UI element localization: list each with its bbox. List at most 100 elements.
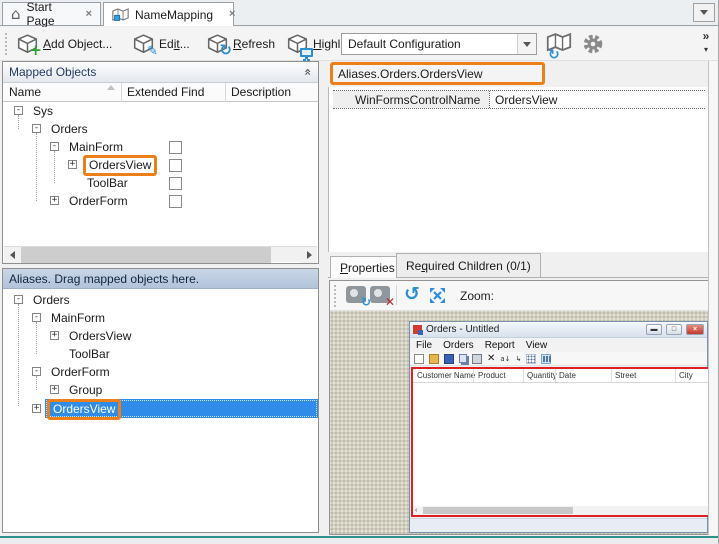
cube-highlight-icon bbox=[286, 33, 309, 55]
aliases-header: Aliases. Drag mapped objects here. bbox=[3, 269, 318, 289]
cube-refresh-icon: ↻ bbox=[206, 33, 229, 55]
toolbar-grip[interactable] bbox=[5, 33, 8, 55]
document-tabbar: ⌂ Start Page × NameMapping × bbox=[0, 0, 719, 26]
monitor-icon bbox=[300, 48, 313, 57]
tree-item-ordersview[interactable]: OrdersView bbox=[87, 158, 157, 176]
preview-image-area: Orders - Untitled ▬ □ × File Orders Repo… bbox=[330, 311, 710, 534]
add-object-button[interactable]: + Add Object... bbox=[13, 30, 115, 58]
alias-orderform[interactable]: OrderForm bbox=[51, 365, 110, 379]
tab-start-page[interactable]: ⌂ Start Page × bbox=[2, 2, 101, 25]
extended-find-checkbox[interactable] bbox=[169, 177, 182, 190]
toolbar-overflow[interactable]: » ▾ bbox=[697, 29, 715, 54]
menu-orders: Orders bbox=[443, 340, 474, 351]
delete-icon: ✕ bbox=[487, 354, 495, 364]
tab-namemapping[interactable]: NameMapping × bbox=[103, 2, 234, 26]
mapped-objects-header: Mapped Objects « bbox=[3, 62, 318, 83]
close-icon[interactable]: × bbox=[86, 9, 92, 20]
scroll-left-icon[interactable] bbox=[4, 247, 20, 263]
mapped-columns-header[interactable]: Name Extended Find Description bbox=[3, 83, 318, 102]
grid-dots-icon bbox=[526, 354, 536, 364]
tab-properties[interactable]: Properties bbox=[330, 256, 405, 278]
expander-plus-icon[interactable] bbox=[68, 160, 77, 169]
tree-item-toolbar[interactable]: ToolBar bbox=[87, 176, 128, 190]
ordersview-highlight-box: OrdersView bbox=[83, 155, 157, 176]
ordersview-highlight-box: OrdersView bbox=[47, 399, 121, 420]
col-city: City bbox=[679, 371, 693, 380]
expander-minus-icon[interactable] bbox=[14, 295, 23, 304]
column-extended-find[interactable]: Extended Find bbox=[127, 85, 204, 99]
listview-column-header: Customer Name Product Quantity Date Stre… bbox=[413, 369, 710, 383]
refresh-button[interactable]: ↻ Refresh bbox=[203, 30, 278, 58]
cube-edit-icon: ✎ bbox=[132, 33, 155, 55]
toolbar-grip[interactable] bbox=[334, 285, 337, 307]
expander-plus-icon[interactable] bbox=[32, 404, 41, 413]
alias-ordersview-selected[interactable]: OrdersView bbox=[51, 402, 121, 420]
object-path: Aliases.Orders.OrdersView bbox=[338, 67, 483, 81]
collapse-panel-icon[interactable]: « bbox=[301, 68, 315, 76]
edit-button[interactable]: ✎ Edit... bbox=[129, 30, 193, 58]
tab-namemapping-label: NameMapping bbox=[135, 8, 213, 22]
object-preview-pane: ↻ ✕ ↺ Zoom: Orders - Unti bbox=[329, 280, 711, 535]
toolbar-separator bbox=[396, 285, 397, 305]
delete-image-icon[interactable]: ✕ bbox=[370, 286, 390, 303]
namemapping-icon bbox=[112, 7, 129, 22]
gear-icon[interactable] bbox=[582, 33, 604, 55]
tree-item-orders[interactable]: Orders bbox=[51, 122, 88, 136]
mapped-horizontal-scrollbar[interactable] bbox=[4, 246, 317, 262]
vertical-splitter[interactable] bbox=[319, 61, 328, 535]
tab-required-children[interactable]: Required Children (0/1) bbox=[396, 253, 541, 278]
highlighted-object-outline: Customer Name Product Quantity Date Stre… bbox=[411, 367, 710, 517]
restore-zoom-icon[interactable]: ↺ bbox=[404, 283, 420, 305]
tab-list-dropdown-button[interactable] bbox=[693, 3, 715, 22]
properties-icon bbox=[472, 354, 482, 364]
configuration-dropdown[interactable]: Default Configuration bbox=[341, 33, 537, 55]
expander-minus-icon[interactable] bbox=[32, 367, 41, 376]
expander-minus-icon[interactable] bbox=[32, 313, 41, 322]
fit-to-window-icon[interactable] bbox=[428, 286, 447, 308]
expander-plus-icon[interactable] bbox=[50, 196, 59, 205]
listview-hscrollbar: ‹ bbox=[413, 506, 710, 515]
selected-object-header: Aliases.Orders.OrdersView bbox=[328, 61, 708, 87]
column-name[interactable]: Name bbox=[9, 85, 41, 99]
expander-minus-icon[interactable] bbox=[14, 106, 23, 115]
update-namemapping-icon[interactable]: ↻ bbox=[546, 31, 572, 57]
property-name: WinFormsControlName bbox=[333, 91, 490, 108]
expander-plus-icon[interactable] bbox=[50, 385, 59, 394]
tree-item-orderform[interactable]: OrderForm bbox=[69, 194, 128, 208]
extended-find-checkbox[interactable] bbox=[169, 159, 182, 172]
alias-orders[interactable]: Orders bbox=[33, 293, 70, 307]
col-product: Product bbox=[478, 371, 506, 380]
chevron-down-icon bbox=[700, 10, 708, 15]
add-object-label: Add Object... bbox=[43, 37, 112, 51]
mapped-objects-tree: Sys Orders MainForm OrdersView ToolBar O… bbox=[3, 102, 318, 248]
property-value[interactable]: OrdersView bbox=[489, 91, 705, 108]
aliases-title: Aliases. Drag mapped objects here. bbox=[9, 272, 199, 286]
property-row[interactable]: WinFormsControlName OrdersView bbox=[333, 90, 705, 109]
tree-item-mainform[interactable]: MainForm bbox=[69, 140, 123, 154]
expander-minus-icon[interactable] bbox=[50, 142, 59, 151]
overflow-icon: » bbox=[697, 29, 715, 43]
alias-toolbar[interactable]: ToolBar bbox=[69, 347, 110, 361]
alias-ordersview[interactable]: OrdersView bbox=[69, 329, 131, 343]
close-icon[interactable]: × bbox=[229, 9, 235, 20]
expander-minus-icon[interactable] bbox=[32, 124, 41, 133]
extended-find-checkbox[interactable] bbox=[169, 195, 182, 208]
extended-find-checkbox[interactable] bbox=[169, 141, 182, 154]
update-image-icon[interactable]: ↻ bbox=[346, 286, 366, 303]
namemapping-toolbar: + Add Object... ✎ Edit... ↻ Refresh High… bbox=[0, 27, 719, 61]
mapped-objects-title: Mapped Objects bbox=[9, 65, 96, 79]
object-path-highlight-box: Aliases.Orders.OrdersView bbox=[330, 62, 545, 85]
alias-mainform[interactable]: MainForm bbox=[51, 311, 105, 325]
alias-group[interactable]: Group bbox=[69, 383, 102, 397]
indent-icon: ↳ bbox=[516, 354, 522, 364]
tree-item-sys[interactable]: Sys bbox=[33, 104, 53, 118]
refresh-label: Refresh bbox=[233, 37, 275, 51]
tab-start-page-label: Start Page bbox=[27, 0, 80, 28]
scroll-right-icon[interactable] bbox=[301, 247, 317, 263]
scrollbar-thumb[interactable] bbox=[21, 247, 271, 263]
chevron-down-icon[interactable] bbox=[517, 34, 536, 54]
column-description[interactable]: Description bbox=[231, 85, 291, 99]
expander-plus-icon[interactable] bbox=[50, 331, 59, 340]
captured-window-menubar: File Orders Report View bbox=[410, 338, 707, 352]
save-icon bbox=[444, 354, 454, 364]
